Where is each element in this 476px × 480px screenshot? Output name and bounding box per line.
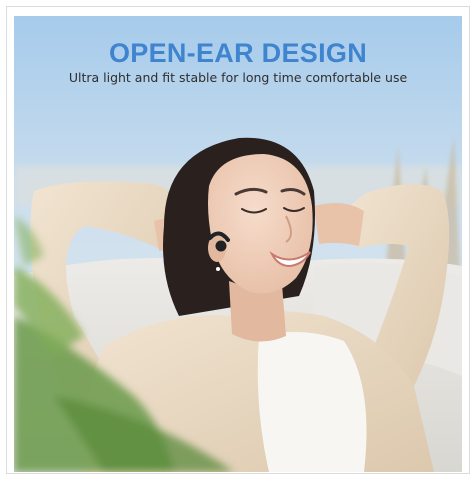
inner-top <box>257 332 367 472</box>
banner-headline: OPEN-EAR DESIGN <box>108 38 368 68</box>
right-forearm <box>314 202 364 246</box>
product-banner: OPEN-EAR DESIGN Ultra light and fit stab… <box>14 16 462 472</box>
banner-subline: Ultra light and fit stable for long time… <box>68 70 408 85</box>
earring <box>216 267 220 271</box>
